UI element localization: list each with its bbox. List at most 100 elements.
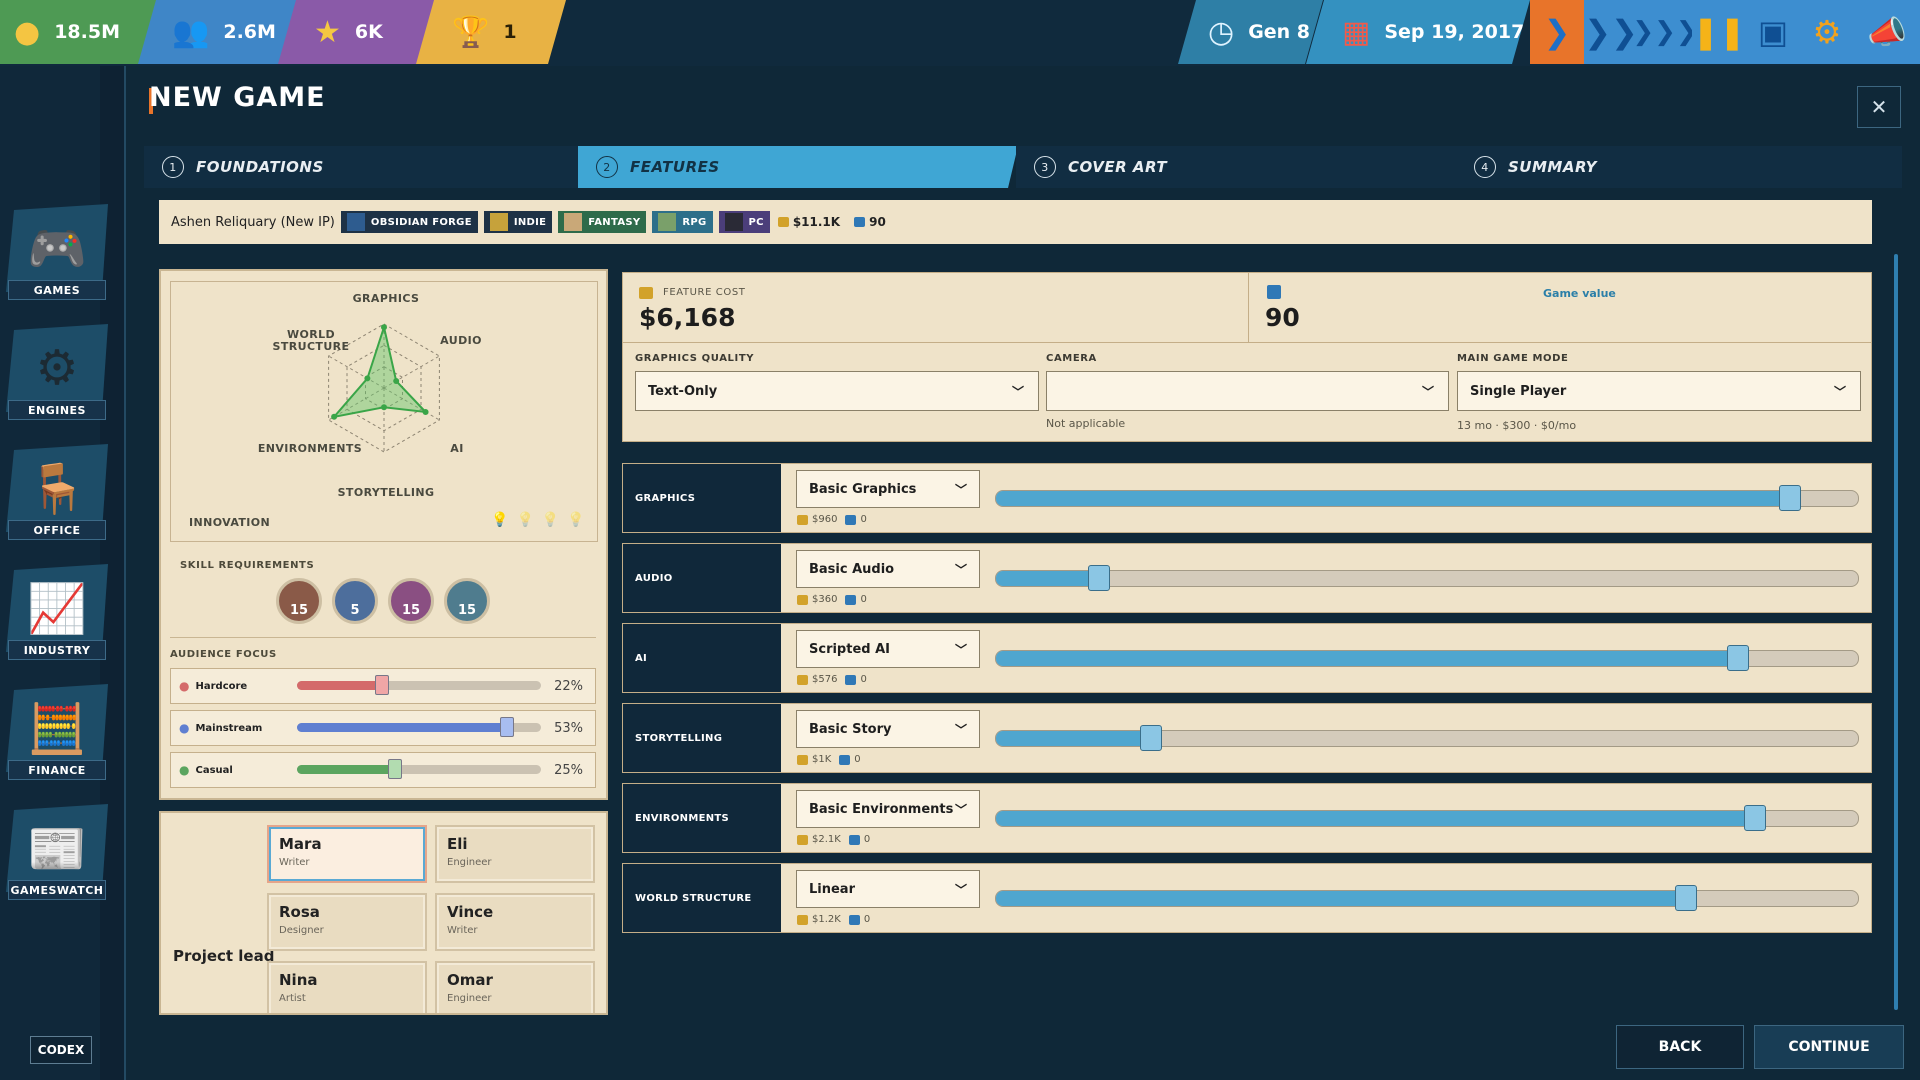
feature-choice: Basic Environments bbox=[809, 801, 954, 817]
sidebar-item-finance[interactable]: 🧮 FINANCE bbox=[6, 684, 108, 780]
feature-slider-track[interactable] bbox=[995, 570, 1859, 587]
radar-chart: GRAPHICS AUDIO AI STORYTELLING ENVIRONME… bbox=[170, 281, 598, 542]
feature-select-audio[interactable]: Basic Audio ﹀ bbox=[796, 550, 980, 588]
audience-slider-track[interactable] bbox=[297, 681, 541, 690]
audience-slider-track[interactable] bbox=[297, 765, 541, 774]
play-speed-3-button[interactable]: ❯❯❯ bbox=[1632, 0, 1698, 64]
feature-select-ai[interactable]: Scripted AI ﹀ bbox=[796, 630, 980, 668]
feature-slider-track[interactable] bbox=[995, 490, 1859, 507]
staff-card-eli[interactable]: Eli Engineer bbox=[435, 825, 595, 883]
awards-value: 1 bbox=[503, 21, 517, 43]
feature-row-world-structure: WORLD STRUCTURE Linear ﹀ $1.2K 0 bbox=[622, 863, 1872, 933]
feature-slider-handle[interactable] bbox=[1778, 485, 1801, 511]
sidebar-item-games[interactable]: 🎮 GAMES bbox=[6, 204, 108, 300]
skill-value: 15 bbox=[401, 603, 421, 618]
value-gem-icon bbox=[845, 594, 857, 605]
star-badge-icon: ★ bbox=[314, 14, 341, 50]
staff-name: Omar bbox=[447, 971, 493, 989]
clock-icon: ◷ bbox=[1208, 14, 1235, 50]
feature-choice: Basic Story bbox=[809, 721, 892, 737]
feature-select-graphics[interactable]: Basic Graphics ﹀ bbox=[796, 470, 980, 508]
save-button[interactable]: ▣ bbox=[1746, 0, 1800, 64]
feature-slider-handle[interactable] bbox=[1139, 725, 1162, 751]
feature-cost: $960 bbox=[812, 514, 838, 525]
feature-cost-value: $6,168 bbox=[639, 303, 736, 332]
feature-slider-fill bbox=[996, 491, 1790, 506]
sword-icon bbox=[658, 213, 677, 231]
graphics-quality-select[interactable]: Text-Only ﹀ bbox=[635, 371, 1039, 411]
close-button[interactable]: ✕ bbox=[1857, 86, 1901, 128]
skill-value: 15 bbox=[289, 603, 309, 618]
chevron-right-icon: ❯ bbox=[1543, 13, 1571, 51]
staff-name: Eli bbox=[447, 835, 468, 853]
staff-card-nina[interactable]: Nina Artist bbox=[267, 961, 427, 1013]
fans-value: 2.6M bbox=[223, 21, 276, 43]
feature-slider-handle[interactable] bbox=[1675, 885, 1698, 911]
sidebar-item-label: GAMES bbox=[8, 280, 106, 300]
feature-slider-fill bbox=[996, 571, 1100, 586]
feature-slider-track[interactable] bbox=[995, 730, 1859, 747]
tab-cover-art[interactable]: 3 COVER ART bbox=[1016, 146, 1458, 188]
lightbulb-icon: 💡 bbox=[516, 512, 534, 528]
feature-slider-track[interactable] bbox=[995, 890, 1859, 907]
staff-card-mara[interactable]: Mara Writer bbox=[267, 825, 427, 883]
innovation-label: INNOVATION bbox=[189, 516, 271, 529]
info-value: 90 bbox=[869, 215, 886, 229]
main-game-mode-value: Single Player bbox=[1470, 383, 1567, 399]
sidebar-item-office[interactable]: 🪑 OFFICE bbox=[6, 444, 108, 540]
sidebar-item-engines[interactable]: ⚙ ENGINES bbox=[6, 324, 108, 420]
staff-card-vince[interactable]: Vince Writer bbox=[435, 893, 595, 951]
feature-meta: $1.2K 0 bbox=[797, 914, 870, 925]
coin-icon bbox=[797, 514, 808, 525]
main-game-mode-note: 13 mo · $300 · $0/mo bbox=[1457, 419, 1577, 432]
chevron-down-icon: ﹀ bbox=[954, 483, 967, 497]
staff-card-omar[interactable]: Omar Engineer bbox=[435, 961, 595, 1013]
feature-value: 0 bbox=[860, 594, 867, 605]
camera-select[interactable]: ﹀ bbox=[1046, 371, 1449, 411]
feature-select-storytelling[interactable]: Basic Story ﹀ bbox=[796, 710, 980, 748]
person-icon: ● bbox=[179, 721, 190, 735]
feature-meta: $576 0 bbox=[797, 674, 867, 685]
calculator-coin-icon: 🧮 bbox=[27, 700, 87, 757]
announcements-button[interactable]: 📣 bbox=[1854, 0, 1920, 64]
feature-label: AUDIO bbox=[623, 544, 781, 612]
codex-button[interactable]: CODEX bbox=[30, 1036, 92, 1064]
feature-slider-handle[interactable] bbox=[1744, 805, 1767, 831]
feature-label: STORYTELLING bbox=[623, 704, 781, 772]
feature-slider-handle[interactable] bbox=[1087, 565, 1110, 591]
feature-slider-track[interactable] bbox=[995, 810, 1859, 827]
sidebar-item-gameswatch[interactable]: 📰 GAMESWATCH bbox=[6, 804, 108, 900]
sidebar-item-label: ENGINES bbox=[8, 400, 106, 420]
continue-button[interactable]: CONTINUE bbox=[1754, 1025, 1904, 1069]
main-game-mode-select[interactable]: Single Player ﹀ bbox=[1457, 371, 1861, 411]
sidebar-item-industry[interactable]: 📈 INDUSTRY bbox=[6, 564, 108, 660]
scrollbar[interactable] bbox=[1894, 254, 1898, 1010]
tab-foundations[interactable]: 1 FOUNDATIONS bbox=[144, 146, 582, 188]
settings-button[interactable]: ⚙ bbox=[1800, 0, 1854, 64]
audience-slider-handle[interactable] bbox=[387, 759, 402, 779]
staff-card-rosa[interactable]: Rosa Designer bbox=[267, 893, 427, 951]
radar-label-audio: AUDIO bbox=[440, 334, 482, 347]
reputation-value: 6K bbox=[354, 21, 383, 43]
audience-slider-handle[interactable] bbox=[499, 717, 514, 737]
tab-summary[interactable]: 4 SUMMARY bbox=[1456, 146, 1902, 188]
feature-choice: Basic Audio bbox=[809, 561, 895, 577]
tab-features[interactable]: 2 FEATURES bbox=[578, 146, 1018, 188]
feature-select-world-structure[interactable]: Linear ﹀ bbox=[796, 870, 980, 908]
feature-select-environments[interactable]: Basic Environments ﹀ bbox=[796, 790, 980, 828]
tag-studio-label: OBSIDIAN FORGE bbox=[370, 216, 472, 228]
audience-slider-handle[interactable] bbox=[375, 675, 390, 695]
radar-label-ai: AI bbox=[450, 442, 464, 455]
person-icon: ● bbox=[179, 679, 190, 693]
feature-slider-handle[interactable] bbox=[1727, 645, 1750, 671]
tag-genre-label: FANTASY bbox=[588, 216, 641, 228]
chevron-down-icon: ﹀ bbox=[1833, 385, 1846, 399]
gamepad-icon: 🎮 bbox=[27, 220, 87, 277]
play-speed-1-button[interactable]: ❯ bbox=[1530, 0, 1584, 64]
back-button[interactable]: BACK bbox=[1616, 1025, 1744, 1069]
pause-button[interactable]: ❚❚ bbox=[1692, 0, 1746, 64]
play-speed-2-button[interactable]: ❯❯ bbox=[1584, 0, 1638, 64]
calendar-icon: ▦ bbox=[1342, 14, 1371, 50]
camera-note: Not applicable bbox=[1046, 417, 1126, 430]
radar-point-audio bbox=[393, 377, 400, 384]
